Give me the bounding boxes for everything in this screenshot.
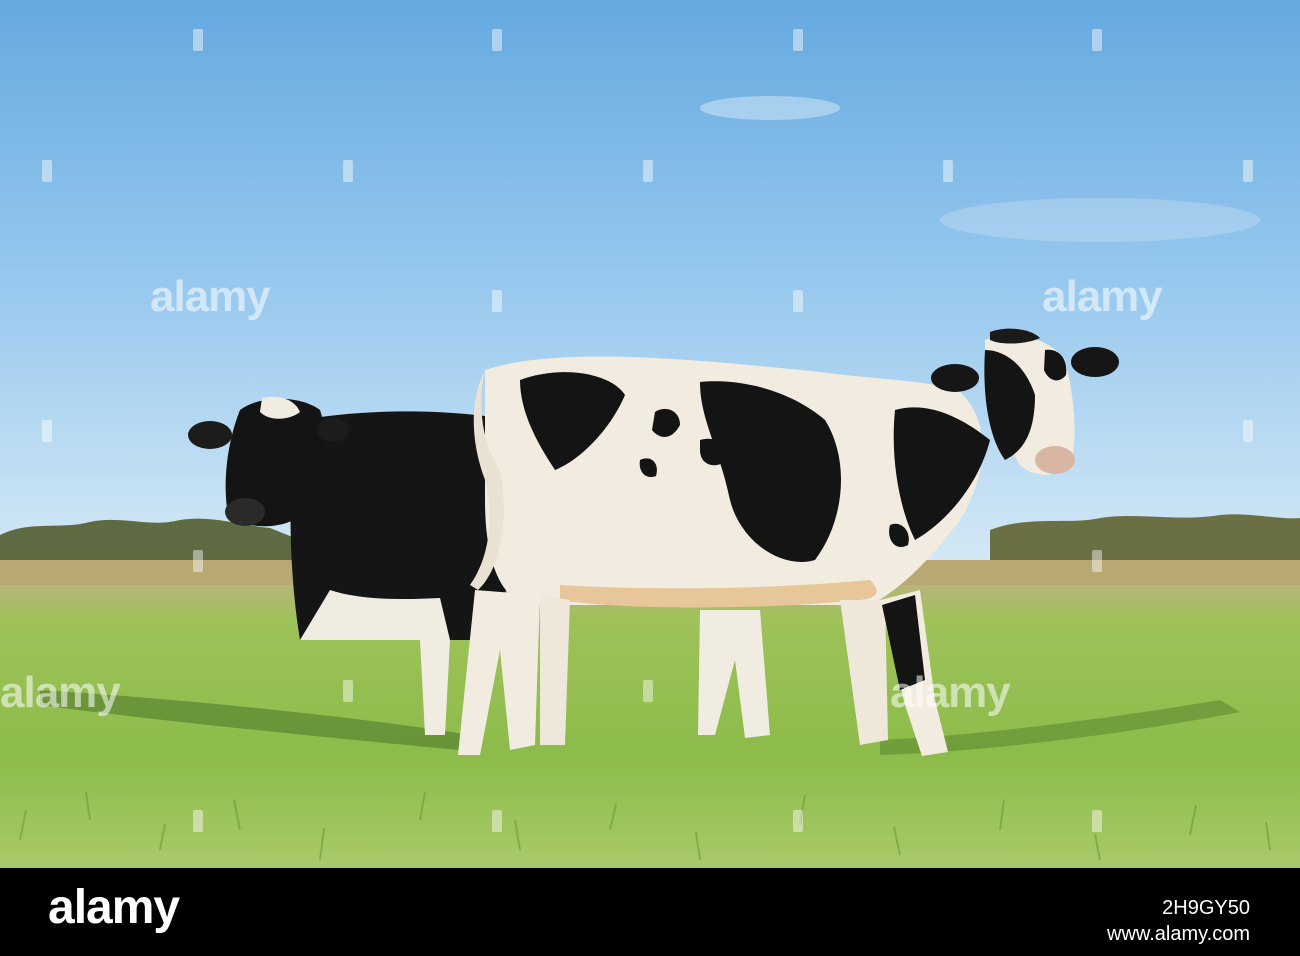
watermark-text: alamy	[1042, 272, 1163, 321]
alamy-logo: alamy	[48, 881, 180, 934]
watermark-mark	[1092, 550, 1102, 572]
watermark-text: alamy	[0, 668, 121, 717]
photo-frame: alamy alamy alamy alamy alamy 2H9GY50 ww…	[0, 0, 1300, 956]
watermark-mark	[492, 29, 502, 51]
watermark-mark	[193, 550, 203, 572]
watermark-mark	[1243, 420, 1253, 442]
watermark-mark	[793, 29, 803, 51]
site-url: www.alamy.com	[1107, 923, 1250, 945]
watermark-mark	[793, 810, 803, 832]
watermark-mark	[1092, 29, 1102, 51]
watermark-text: alamy	[890, 668, 1011, 717]
cows-in-meadow-photo	[0, 0, 1300, 868]
watermark-mark	[643, 160, 653, 182]
watermark-mark	[492, 810, 502, 832]
footer-bar	[0, 868, 1300, 956]
watermark-mark	[42, 420, 52, 442]
image-id: 2H9GY50	[1162, 897, 1250, 919]
watermark-mark	[1092, 810, 1102, 832]
cloud-wisp	[940, 198, 1260, 242]
watermark-mark	[492, 290, 502, 312]
watermark-mark	[1243, 160, 1253, 182]
watermark-mark	[943, 160, 953, 182]
watermark-mark	[643, 680, 653, 702]
watermark-text: alamy	[150, 272, 271, 321]
watermark-mark	[793, 290, 803, 312]
watermark-mark	[343, 680, 353, 702]
cloud-wisp	[700, 96, 840, 120]
watermark-mark	[193, 29, 203, 51]
watermark-mark	[42, 160, 52, 182]
watermark-mark	[343, 160, 353, 182]
watermark-mark	[193, 810, 203, 832]
